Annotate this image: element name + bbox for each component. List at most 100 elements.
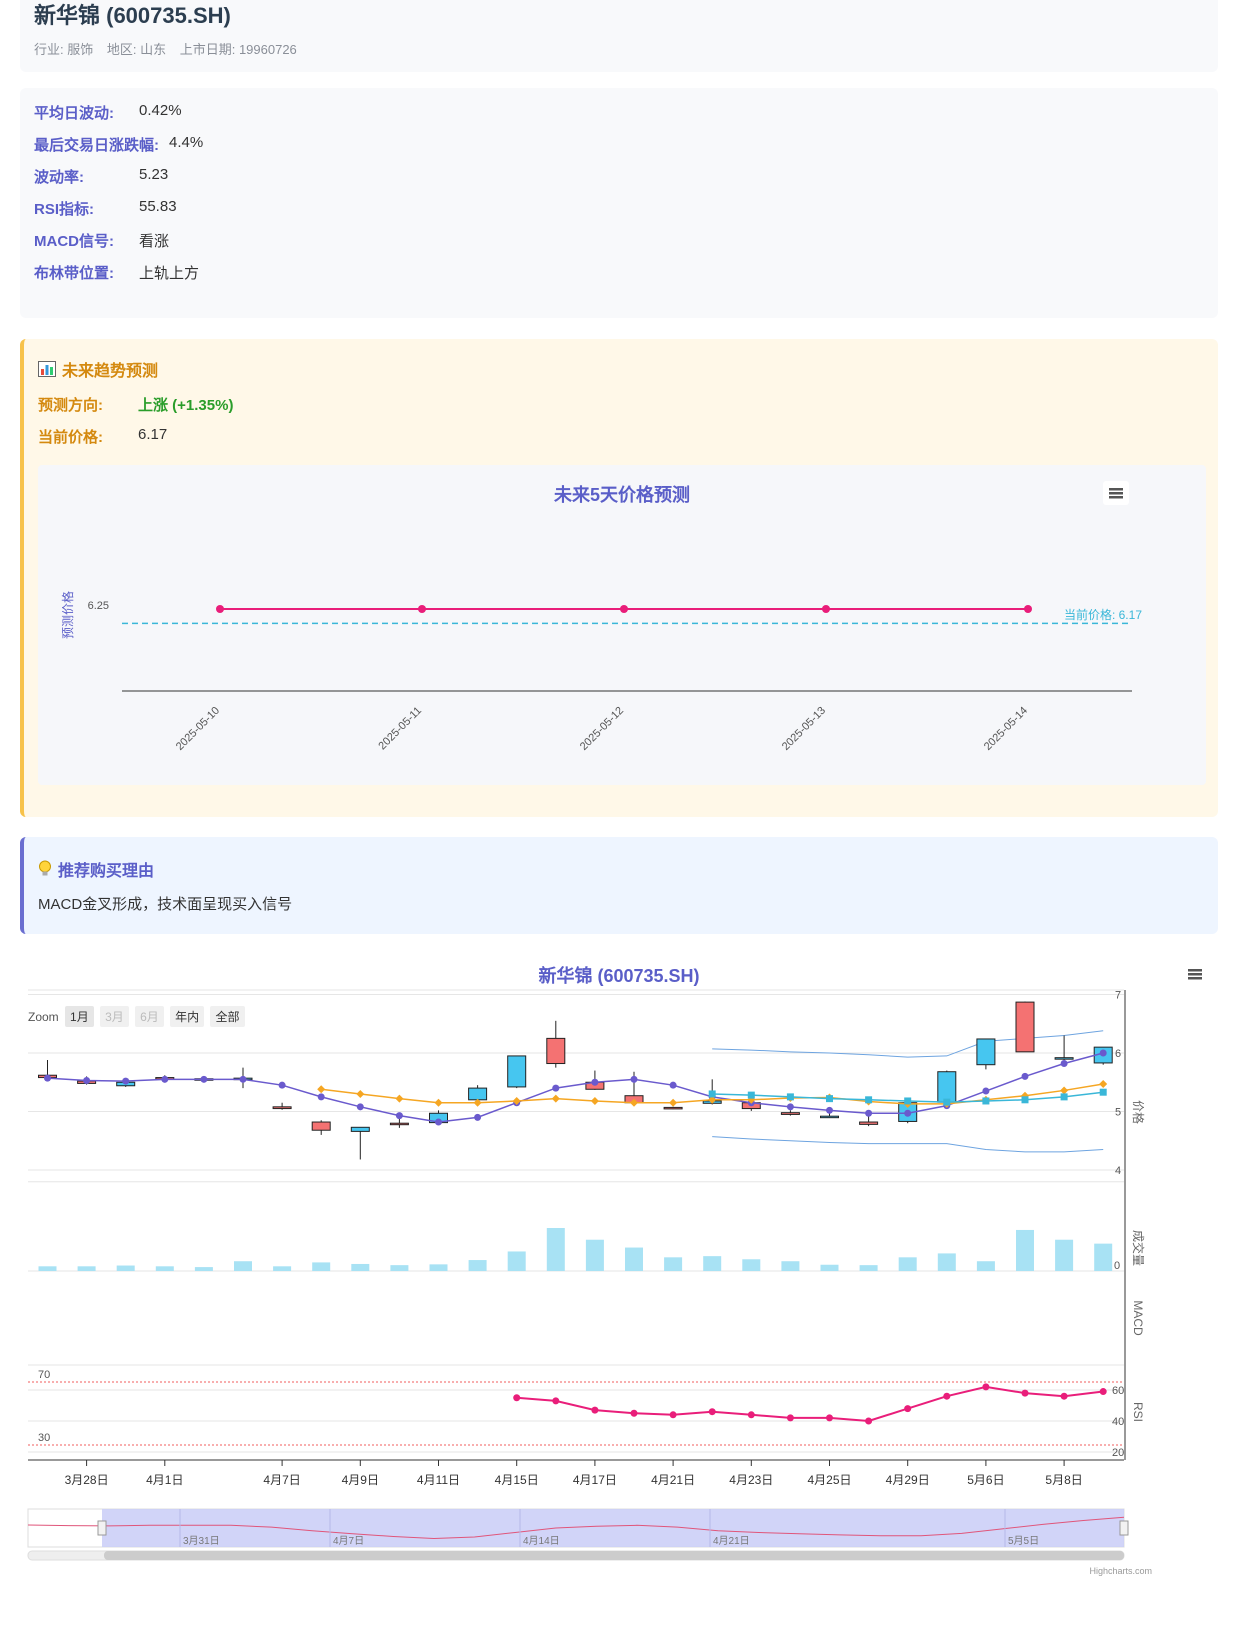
ma_c-point: [708, 1090, 716, 1098]
volume-bars: [38, 1228, 1113, 1271]
volume-bar: [116, 1265, 135, 1271]
candlesticks: [38, 1001, 1113, 1160]
price-tick-label: 7: [1115, 990, 1121, 1002]
forecast-point: [216, 605, 224, 613]
buy-reason-heading-text: 推荐购买理由: [58, 863, 155, 880]
ma_a-point: [826, 1106, 833, 1114]
volume-bar: [234, 1261, 252, 1271]
x-tick-label: 4月7日: [263, 1473, 300, 1487]
ma_a-point: [552, 1084, 560, 1092]
volume-bar: [585, 1239, 604, 1271]
grid-lines: [28, 989, 1124, 1453]
ma_a-point: [44, 1074, 51, 1082]
candle-body-down: [820, 1115, 839, 1119]
navigator-label: 4月7日: [333, 1535, 364, 1547]
forecast-chart-menu-button[interactable]: [1103, 481, 1129, 505]
forecast-y-tick: 6.25: [88, 600, 109, 612]
ma_c-point: [943, 1098, 951, 1106]
stock-meta: 行业: 服饰 地区: 山东 上市日期: 19960726: [34, 39, 307, 58]
candle-body-down: [507, 1055, 527, 1088]
forecast-x-tick-label: 2025-05-10: [174, 705, 222, 753]
forecast-price-row: 当前价格: 6.17: [38, 426, 167, 447]
candle-body-up: [389, 1122, 409, 1126]
rsi-line-70-label: 70: [38, 1369, 50, 1381]
forecast-chart-svg: 未来5天价格预测 预测价格 6.25 当前价格: 6.17 2025-05-10…: [60, 484, 1142, 753]
candle-body-up: [272, 1106, 292, 1110]
metric-value: 4.4%: [169, 134, 204, 151]
x-tick-label: 4月17日: [573, 1473, 617, 1487]
stock-header-card: 新华锦 (600735.SH) 行业: 服饰 地区: 山东 上市日期: 1996…: [20, 0, 1218, 72]
rsi-tick-label: 20: [1112, 1447, 1124, 1459]
rsi-point: [1060, 1392, 1068, 1400]
candle-body-up: [780, 1112, 800, 1115]
volume-bar: [194, 1267, 213, 1271]
scrollbar-thumb[interactable]: [104, 1551, 1124, 1560]
rsi-point: [669, 1411, 677, 1419]
candle-body-up: [859, 1121, 879, 1125]
candle-body-down: [1054, 1057, 1074, 1060]
ma_c-point: [982, 1097, 990, 1105]
ma_a-point: [356, 1103, 364, 1111]
hamburger-menu-icon: [1109, 488, 1123, 499]
volume-bar: [351, 1263, 370, 1271]
navigator-label: 4月14日: [523, 1535, 560, 1547]
rsi-point: [513, 1394, 521, 1402]
rsi-point: [591, 1406, 599, 1414]
candle-body-up: [311, 1121, 331, 1131]
stock-title: 新华锦 (600735.SH): [34, 3, 231, 28]
navigator-selected-range[interactable]: [102, 1509, 1124, 1547]
volume-bar: [390, 1265, 409, 1271]
listing-date-text: 上市日期: 19960726: [179, 42, 297, 57]
ma_c-point: [747, 1091, 755, 1099]
ma_c-point: [904, 1097, 912, 1105]
ma_a-point: [83, 1076, 91, 1084]
metric-label: RSI指标:: [34, 201, 95, 218]
rsi-point: [552, 1397, 560, 1405]
ma_a-point: [239, 1075, 247, 1083]
volume-bar: [859, 1265, 878, 1271]
forecast-chart: 未来5天价格预测 预测价格 6.25 当前价格: 6.17 2025-05-10…: [38, 465, 1206, 785]
volume-bar: [429, 1264, 448, 1271]
ma_a-point: [122, 1077, 130, 1085]
ma_c-point: [865, 1096, 873, 1104]
ma_a-point: [1021, 1072, 1029, 1080]
rsi-axis-label: RSI: [1131, 1402, 1145, 1422]
volume-bar: [664, 1257, 683, 1271]
metric-value: 5.23: [139, 166, 169, 183]
rsi-point: [826, 1414, 833, 1422]
metric-macd-signal: MACD信号: 看涨: [34, 230, 169, 251]
ma_a-point: [786, 1103, 794, 1111]
price-tick-label: 6: [1115, 1048, 1121, 1060]
forecast-direction-label: 预测方向:: [38, 397, 103, 414]
metric-label: MACD信号:: [34, 233, 114, 250]
main-stock-chart: 新华锦 (600735.SH) Zoom 1月 3月 6月 年内 全部 4567…: [20, 944, 1224, 1647]
bollinger-bands: [712, 1030, 1104, 1153]
candle-body-up: [1015, 1001, 1035, 1053]
metric-value: 0.42%: [139, 102, 182, 119]
navigator-right-handle[interactable]: [1119, 1520, 1129, 1536]
metric-bollinger-position: 布林带位置: 上轨上方: [34, 262, 199, 283]
bar-chart-icon: [38, 361, 56, 382]
navigator-left-handle[interactable]: [97, 1520, 107, 1536]
region-text: 地区: 山东: [106, 42, 167, 57]
navigator[interactable]: 3月31日 4月7日 4月14日 4月21日 5月5日: [27, 1508, 1129, 1561]
ma_a-point: [395, 1112, 403, 1120]
volume-bar: [1016, 1229, 1034, 1271]
ma_a-point: [161, 1075, 169, 1083]
forecast-point: [620, 605, 628, 613]
ma_a-point: [1099, 1049, 1107, 1057]
volume-bar: [625, 1247, 643, 1271]
ma_c-point: [826, 1095, 833, 1103]
main-chart-svg: 4 5 6 7 20 40 60 3月28日 4月1日 4月7日 4月9日 4月11日 4月15日 4月1…: [27, 989, 1152, 1576]
x-tick-label: 4月29日: [886, 1473, 930, 1487]
metric-value: 55.83: [139, 198, 177, 215]
volume-bar: [468, 1260, 487, 1271]
axes: 4 5 6 7 20 40 60 3月28日 4月1日 4月7日 4月9日 4月11日 4月15日 4月1…: [28, 990, 1126, 1487]
rsi-line: [516, 1385, 1104, 1423]
rsi-point: [943, 1392, 951, 1400]
x-tick-label: 4月11日: [417, 1473, 460, 1487]
volume-tick-0: 0: [1114, 1260, 1120, 1272]
forecast-x-ticks: 2025-05-10 2025-05-11 2025-05-12 2025-05-13…: [174, 705, 1030, 753]
rsi-line-30-label: 30: [38, 1432, 50, 1444]
ma_a-point: [904, 1109, 912, 1117]
